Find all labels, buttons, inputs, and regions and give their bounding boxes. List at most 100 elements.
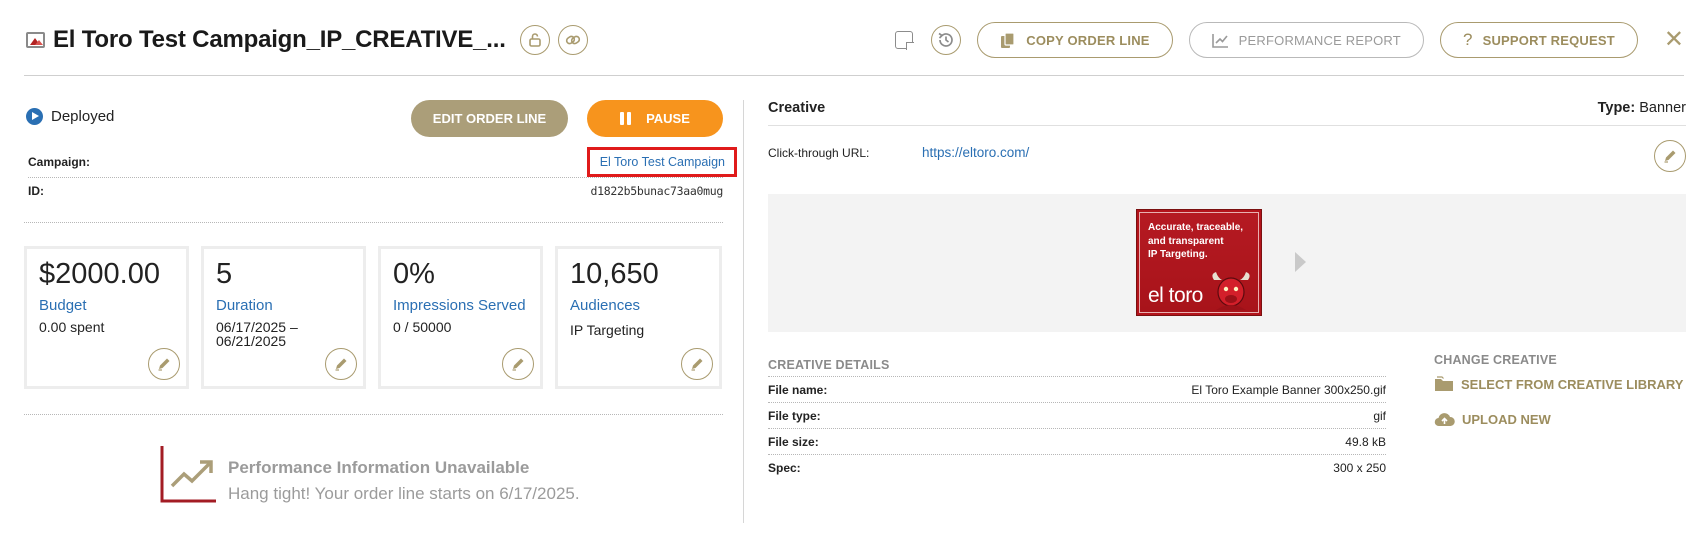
chart-line-icon (1211, 33, 1229, 48)
duration-start: 06/17/2025 – (216, 318, 298, 335)
detail-row: Spec: 300 x 250 (768, 454, 1386, 480)
banner-artwork: Accurate, traceable, and transparent IP … (1139, 212, 1259, 313)
duration-value: 5 (216, 258, 233, 290)
play-circle-icon (26, 108, 43, 125)
duration-dates: 06/17/2025 – 06/21/2025 (216, 320, 351, 349)
campaign-key: Campaign: (28, 154, 91, 169)
status-indicator: Deployed (26, 108, 114, 125)
detail-value: El Toro Example Banner 300x250.gif (1191, 382, 1386, 397)
support-request-button[interactable]: ? SUPPORT REQUEST (1439, 22, 1638, 58)
performance-unavailable: Performance Information Unavailable Hang… (160, 444, 580, 504)
select-from-library-label: SELECT FROM CREATIVE LIBRARY (1461, 376, 1684, 392)
impressions-value: 0% (393, 258, 435, 290)
pencil-icon (1664, 150, 1676, 163)
pause-button[interactable]: PAUSE (587, 100, 723, 137)
question-icon: ? (1462, 30, 1473, 49)
upload-new-link[interactable]: UPLOAD NEW (1434, 411, 1551, 427)
folder-icon (1434, 376, 1454, 392)
column-divider (743, 100, 744, 523)
audiences-card: 10,650 Audiences IP Targeting (555, 246, 722, 389)
pencil-icon (158, 358, 170, 371)
budget-value: $2000.00 (39, 258, 160, 290)
creative-details-table: File name: El Toro Example Banner 300x25… (768, 376, 1386, 480)
change-creative-title: CHANGE CREATIVE (1434, 353, 1557, 367)
status-text: Deployed (51, 108, 115, 125)
detail-value: gif (1373, 408, 1386, 423)
link-button[interactable] (557, 25, 588, 55)
impressions-card: 0% Impressions Served 0 / 50000 (378, 246, 543, 389)
link-icon (565, 35, 580, 45)
edit-audiences-button[interactable] (681, 348, 713, 380)
cloud-upload-icon (1434, 411, 1455, 427)
image-icon (26, 32, 45, 48)
impressions-label: Impressions Served (393, 296, 526, 314)
duration-card: 5 Duration 06/17/2025 – 06/21/2025 (201, 246, 366, 389)
title-bar: El Toro Test Campaign_IP_CREATIVE_... (26, 16, 588, 64)
history-icon (938, 32, 954, 47)
detail-row: File size: 49.8 kB (768, 428, 1386, 454)
id-value: d1822b5bunac73aa0mug (590, 184, 724, 198)
pencil-icon (512, 358, 524, 371)
click-through-key: Click-through URL: (768, 146, 870, 160)
campaign-row: Campaign: El Toro Test Campaign (28, 146, 737, 178)
audiences-value: 10,650 (570, 258, 659, 290)
duration-label: Duration (216, 296, 273, 314)
edit-duration-button[interactable] (325, 348, 357, 380)
audiences-type: IP Targeting (570, 321, 645, 338)
detail-value: 49.8 kB (1345, 434, 1386, 449)
id-row: ID: d1822b5bunac73aa0mug (28, 180, 723, 202)
performance-subtitle: Hang tight! Your order line starts on 6/… (228, 484, 580, 503)
history-button[interactable] (931, 25, 962, 55)
detail-row: File name: El Toro Example Banner 300x25… (768, 376, 1386, 402)
type-key: Type: (1597, 100, 1636, 116)
campaign-link[interactable]: El Toro Test Campaign (586, 146, 737, 177)
divider (24, 222, 723, 223)
bull-mascot-icon (1212, 272, 1250, 310)
page-title: El Toro Test Campaign_IP_CREATIVE_... (53, 26, 506, 53)
divider (24, 414, 723, 415)
header: El Toro Test Campaign_IP_CREATIVE_... CO… (24, 16, 1684, 76)
pencil-icon (335, 358, 347, 371)
header-actions: COPY ORDER LINE PERFORMANCE REPORT ? SUP… (895, 22, 1684, 58)
performance-title: Performance Information Unavailable (228, 458, 530, 477)
audiences-label: Audiences (570, 296, 641, 314)
detail-key: File type: (768, 408, 821, 423)
detail-key: File size: (768, 434, 819, 449)
upload-new-label: UPLOAD NEW (1462, 411, 1551, 427)
edit-order-line-button[interactable]: EDIT ORDER LINE (411, 100, 568, 137)
note-icon[interactable] (895, 31, 915, 50)
impressions-count: 0 / 50000 (393, 318, 452, 335)
banner-copy: Accurate, traceable, and transparent IP … (1148, 221, 1243, 262)
banner-line-2: and transparent (1148, 235, 1224, 247)
duration-end: 06/21/2025 (216, 333, 287, 350)
detail-row: File type: gif (768, 402, 1386, 428)
creative-header: Creative Type: Banner (768, 100, 1686, 126)
copy-icon (1000, 31, 1016, 49)
pause-label: PAUSE (646, 111, 690, 126)
click-through-url-link[interactable]: https://eltoro.com/ (922, 145, 1029, 160)
copy-order-line-label: COPY ORDER LINE (1026, 32, 1150, 48)
banner-line-3: IP Targeting. (1148, 249, 1208, 260)
copy-order-line-button[interactable]: COPY ORDER LINE (977, 22, 1173, 58)
creative-preview: Accurate, traceable, and transparent IP … (768, 194, 1686, 332)
banner-image[interactable]: Accurate, traceable, and transparent IP … (1136, 209, 1262, 316)
next-creative-icon[interactable] (1295, 252, 1306, 272)
id-key: ID: (28, 184, 44, 198)
trending-chart-icon (160, 446, 216, 503)
creative-title: Creative (768, 100, 826, 116)
edit-budget-button[interactable] (148, 348, 180, 380)
unlock-button[interactable] (519, 25, 550, 55)
unlock-icon (528, 33, 541, 47)
creative-details-title: CREATIVE DETAILS (768, 358, 890, 372)
close-icon[interactable]: ✕ (1664, 28, 1684, 52)
support-request-label: SUPPORT REQUEST (1482, 32, 1615, 48)
edit-click-through-button[interactable] (1654, 140, 1686, 172)
budget-label: Budget (39, 296, 87, 314)
select-from-library-link[interactable]: SELECT FROM CREATIVE LIBRARY (1434, 376, 1683, 392)
budget-card: $2000.00 Budget 0.00 spent (24, 246, 189, 389)
edit-impressions-button[interactable] (502, 348, 534, 380)
banner-logo: el toro (1148, 284, 1203, 307)
pause-icon (620, 112, 634, 125)
performance-report-button[interactable]: PERFORMANCE REPORT (1188, 22, 1424, 58)
creative-type: Type: Banner (1598, 100, 1686, 125)
